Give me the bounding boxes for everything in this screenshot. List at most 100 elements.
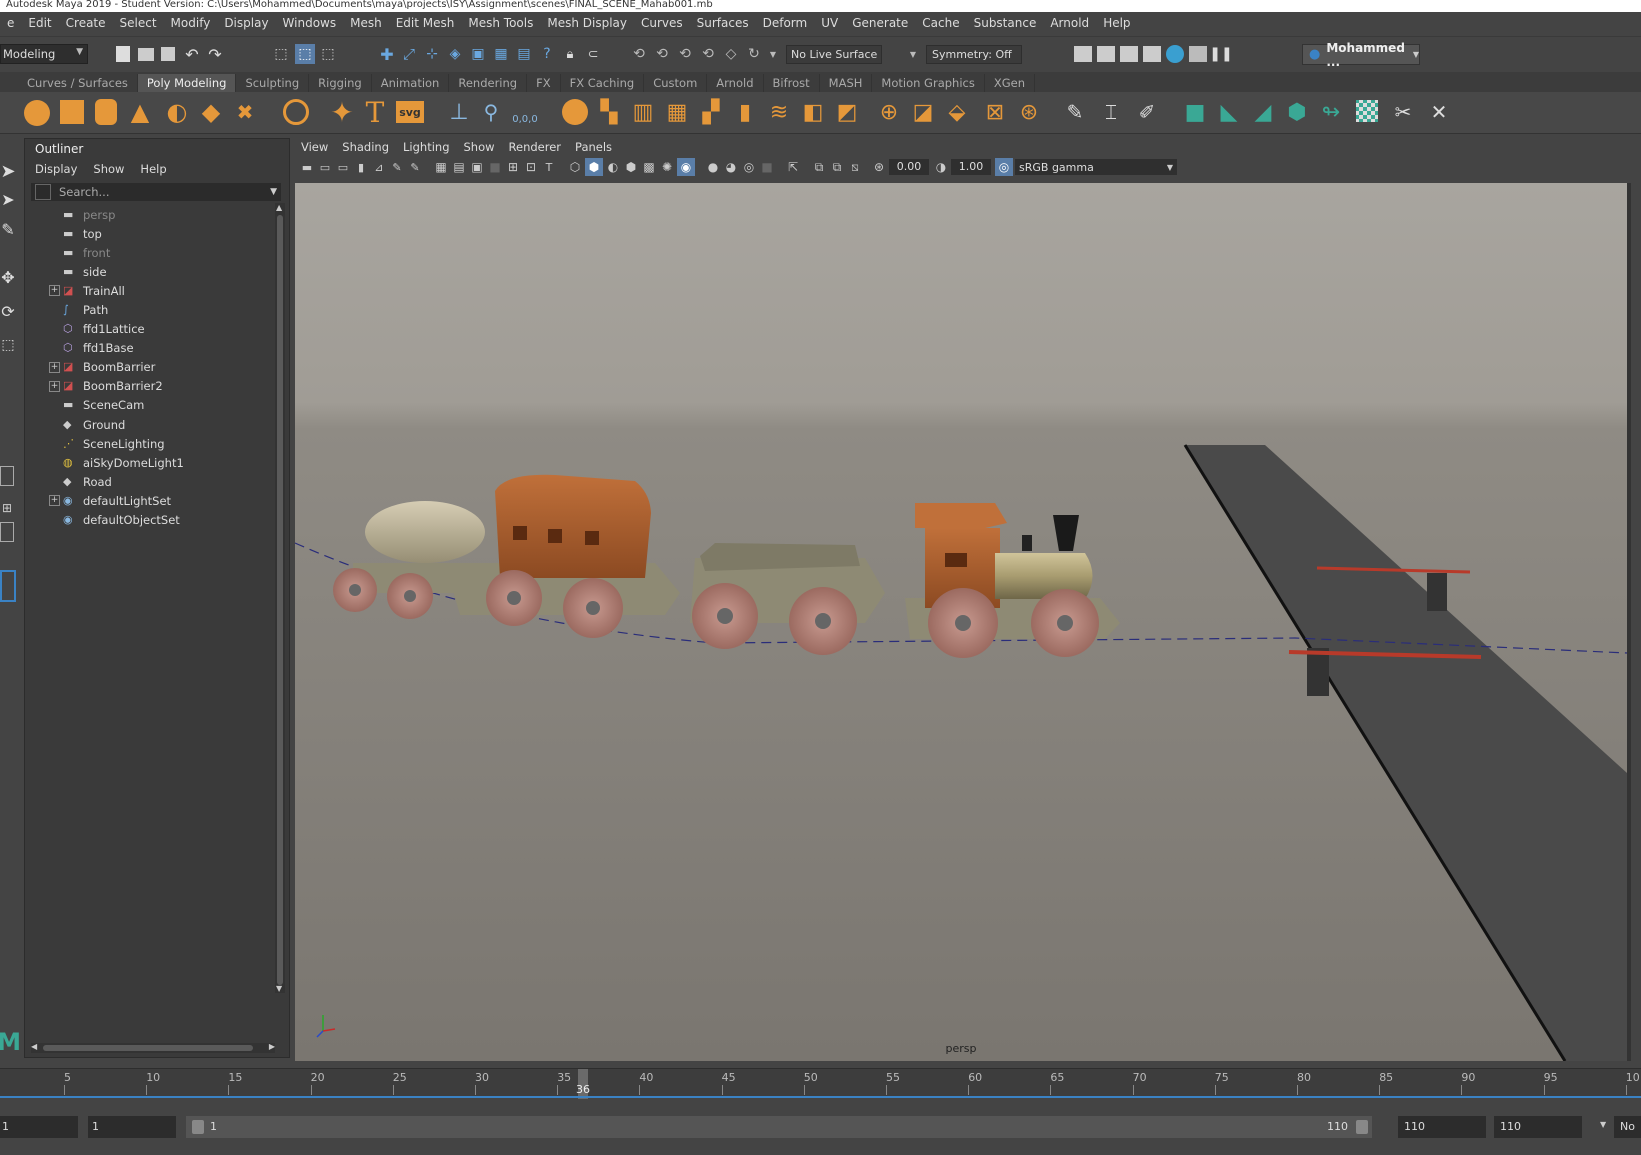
open-scene-icon[interactable]: [138, 48, 154, 61]
bevel-icon[interactable]: ◧: [800, 98, 826, 126]
sculpt-icon[interactable]: ✐: [1134, 98, 1160, 126]
multisample-aa-icon[interactable]: ◎: [741, 159, 757, 175]
ipr-render-icon[interactable]: [1120, 46, 1138, 62]
shelf-tab-animation[interactable]: Animation: [372, 74, 450, 92]
time-slider[interactable]: 5 10 15 20 25 30 35 40 45 50 55 60 65 70 75 80 85 90 95 10 …: [0, 1068, 1641, 1099]
shelf-tab-curves-surfaces[interactable]: Curves / Surfaces: [18, 74, 138, 92]
range-slider-end-handle[interactable]: [1356, 1120, 1368, 1134]
menu-modify[interactable]: Modify: [164, 16, 218, 30]
uv-cut-icon[interactable]: ✂: [1390, 98, 1416, 126]
menu-edit[interactable]: Edit: [21, 16, 58, 30]
color-management-icon[interactable]: ◎: [995, 158, 1013, 176]
poly-cube-icon[interactable]: [60, 100, 84, 124]
poly-platonic-icon[interactable]: [283, 99, 309, 125]
output-ops-icon[interactable]: ⟲: [676, 45, 694, 63]
scrollbar-right-arrow[interactable]: ▶: [269, 1042, 275, 1051]
live-surface-field[interactable]: No Live Surface: [786, 45, 882, 64]
menu-mesh-display[interactable]: Mesh Display: [540, 16, 634, 30]
use-all-lights-icon[interactable]: ✺: [659, 159, 675, 175]
smooth-shade-icon[interactable]: ⬢: [585, 158, 603, 176]
tag-icon[interactable]: ◇: [722, 45, 740, 63]
save-scene-icon[interactable]: [161, 47, 175, 61]
outliner-item-defaultlightset[interactable]: + ◉ defaultLightSet: [25, 491, 273, 510]
3d-viewport[interactable]: persp: [295, 183, 1627, 1061]
snap-view-plane-icon[interactable]: ◈: [446, 45, 464, 63]
fill-hole-icon[interactable]: ◩: [834, 98, 860, 126]
svg-tool-icon[interactable]: svg: [396, 101, 424, 123]
menu-windows[interactable]: Windows: [276, 16, 344, 30]
camera-attributes-icon[interactable]: ▭: [317, 159, 333, 175]
shelf-tab-rendering[interactable]: Rendering: [449, 74, 528, 92]
move-tool-icon[interactable]: ✥: [0, 266, 16, 288]
quad-draw-icon[interactable]: ✎: [1062, 98, 1088, 126]
outliner-search-bar[interactable]: Search... ▼: [31, 183, 281, 201]
expand-icon[interactable]: +: [49, 285, 60, 297]
scale-tool-icon[interactable]: ⬚: [0, 334, 16, 356]
safe-title-icon[interactable]: T: [541, 159, 557, 175]
append-poly-icon[interactable]: ⬙: [944, 98, 970, 126]
menu-uv[interactable]: UV: [814, 16, 845, 30]
snap-bake-icon[interactable]: ▤: [515, 45, 533, 63]
outliner-item-persp[interactable]: ▬ persp: [25, 205, 273, 224]
type-tool-icon[interactable]: T: [362, 96, 388, 129]
outliner-item-defaultobjectset[interactable]: ◉ defaultObjectSet: [25, 511, 273, 530]
default-material-icon[interactable]: ◐: [605, 159, 621, 175]
menu-mesh-tools[interactable]: Mesh Tools: [461, 16, 540, 30]
outliner-layout-icon[interactable]: [0, 570, 16, 602]
outliner-item-aiskydomelight1[interactable]: ◍ aiSkyDomeLight1: [25, 453, 273, 472]
shelf-tab-rigging[interactable]: Rigging: [309, 74, 372, 92]
field-chart-icon[interactable]: ⊞: [505, 159, 521, 175]
shadows-icon[interactable]: ◉: [677, 158, 695, 176]
poly-plane-icon[interactable]: ◆: [198, 98, 224, 126]
menu-generate[interactable]: Generate: [845, 16, 915, 30]
playback-end-field[interactable]: 110: [1398, 1116, 1486, 1138]
outliner-title-tab[interactable]: Outliner: [25, 139, 95, 159]
user-account-button[interactable]: ● Mohammed ... ▼: [1302, 41, 1420, 69]
viewport-menu-shading[interactable]: Shading: [342, 140, 389, 154]
gamma-icon[interactable]: ◑: [933, 159, 949, 175]
grease-pencil-icon[interactable]: ✎: [389, 159, 405, 175]
smooth-icon[interactable]: ▥: [630, 98, 656, 126]
snap-grid-icon[interactable]: ✚: [378, 45, 396, 64]
chevron-down-icon[interactable]: ▼: [270, 187, 277, 197]
outliner-search-input[interactable]: Search...: [59, 185, 109, 199]
merge-icon[interactable]: ⊕: [876, 98, 902, 126]
film-gate-icon[interactable]: ▤: [451, 159, 467, 175]
animation-end-field[interactable]: 110: [1494, 1116, 1582, 1138]
outliner-horizontal-scrollbar[interactable]: ◀ ▶: [31, 1042, 275, 1053]
snap-help-icon[interactable]: ?: [538, 45, 556, 63]
edge-loop-icon[interactable]: ⌶: [1098, 98, 1124, 126]
shelf-tab-xgen[interactable]: XGen: [985, 74, 1035, 92]
motion-blur-icon[interactable]: ◕: [723, 159, 739, 175]
render-frame-icon[interactable]: [1097, 46, 1115, 62]
mirror-icon[interactable]: ▞: [698, 98, 724, 126]
outliner-vertical-scrollbar[interactable]: ▲ ▼: [275, 203, 285, 993]
chevron-down-icon[interactable]: ▼: [768, 47, 778, 61]
chevron-down-icon[interactable]: ▼: [908, 47, 918, 61]
reset-transform-icon[interactable]: 0,0,0: [510, 112, 540, 126]
construction-history-icon[interactable]: ⟲: [630, 45, 648, 63]
new-scene-icon[interactable]: [116, 46, 130, 62]
outliner-item-path[interactable]: ∫ Path: [25, 300, 273, 319]
mode-selector[interactable]: Modeling ▼: [0, 44, 88, 64]
separate-icon[interactable]: ▚: [596, 98, 622, 126]
poly-cylinder-icon[interactable]: [95, 99, 117, 125]
magnet-icon[interactable]: ⊂: [584, 45, 602, 63]
four-view-layout-icon[interactable]: ⊞: [0, 498, 14, 518]
shelf-tab-poly-modeling[interactable]: Poly Modeling: [137, 74, 237, 92]
isolate-select-icon[interactable]: ⇱: [785, 159, 801, 175]
super-shape-icon[interactable]: ✦: [328, 96, 356, 129]
outliner-item-trainall[interactable]: + ◪ TrainAll: [25, 281, 273, 300]
boolean-icon[interactable]: ▦: [664, 98, 690, 126]
xray-icon[interactable]: ⧉: [811, 159, 827, 175]
expand-icon[interactable]: +: [49, 361, 60, 373]
textured-icon[interactable]: ▩: [641, 159, 657, 175]
uv-sew-icon[interactable]: ✕: [1426, 98, 1452, 126]
outliner-item-top[interactable]: ▬ top: [25, 224, 273, 243]
render-settings-icon[interactable]: [1143, 46, 1161, 62]
extrude-icon[interactable]: ▮: [732, 98, 758, 126]
menu-create[interactable]: Create: [59, 16, 113, 30]
outliner-menu-display[interactable]: Display: [35, 162, 77, 176]
poly-torus-icon[interactable]: ◐: [164, 98, 190, 126]
viewport-menu-lighting[interactable]: Lighting: [403, 140, 449, 154]
